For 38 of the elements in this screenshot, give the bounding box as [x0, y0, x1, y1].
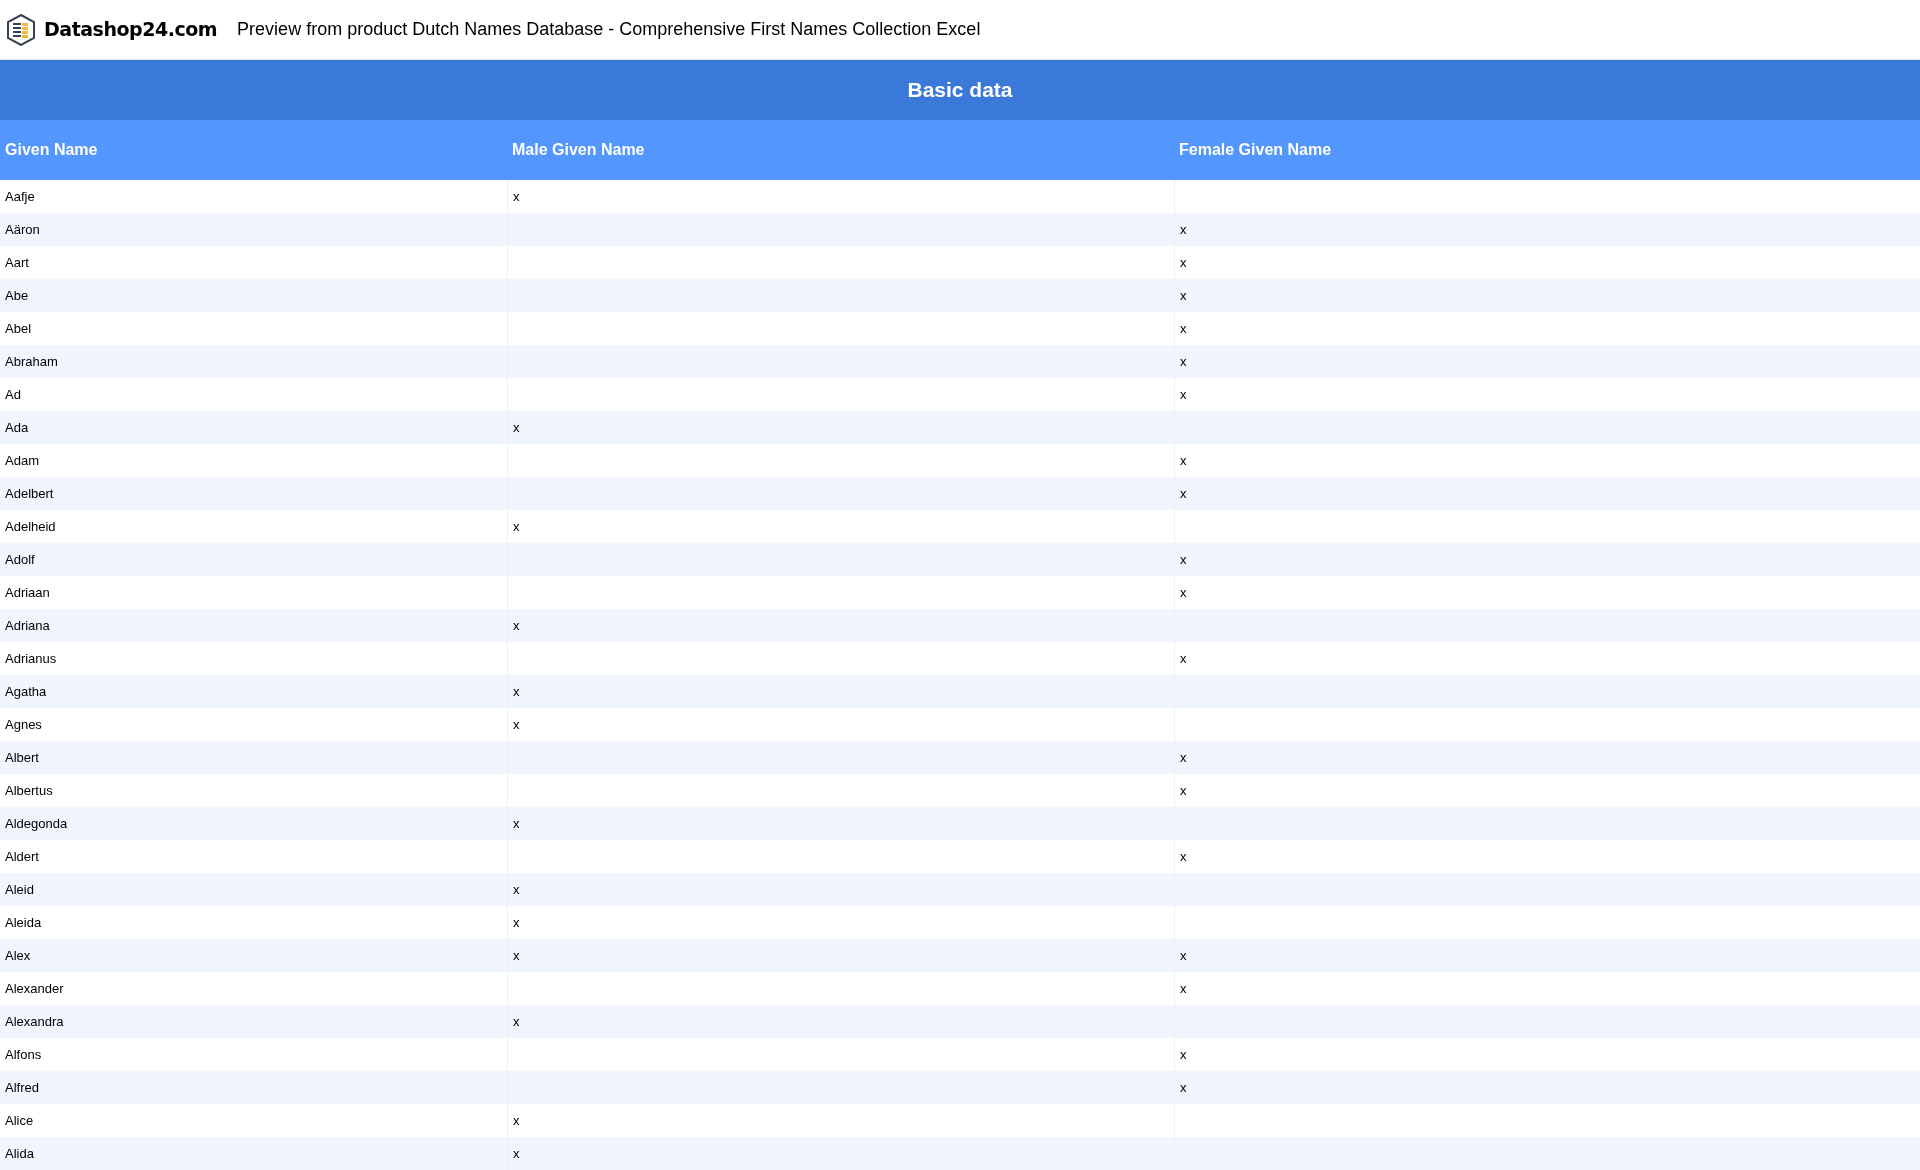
table-cell-text: Agatha [4, 682, 48, 701]
table-cell-text: Aldegonda [4, 814, 69, 833]
table-cell-text: Alice [4, 1111, 35, 1130]
table-cell-text: Aafje [4, 187, 36, 206]
column-header: Male Given Name [511, 140, 646, 160]
table-cell-text: Alida [4, 1144, 35, 1163]
table-title: Basic data [907, 77, 1013, 104]
table-cell-text: Abel [4, 319, 33, 338]
table-cell-text: Abraham [4, 352, 59, 371]
table-cell-text: Aldert [4, 847, 40, 866]
table-cell-text: Agnes [4, 715, 43, 734]
table-cell-text: Adelbert [4, 484, 55, 503]
table-cell-text: Alexander [4, 979, 65, 998]
table-cell-text: Adolf [4, 550, 36, 569]
table-cell-text: Adelheid [4, 517, 57, 536]
page-title: Preview from product Dutch Names Database - Comprehensive First Names Collection Excel [237, 18, 981, 41]
table-cell-text: Albert [4, 748, 40, 767]
table-cell-text: Adriana [4, 616, 51, 635]
table-cell-text: Aart [4, 253, 30, 272]
column-header: Female Given Name [1178, 140, 1333, 160]
table-cell-text: Aleid [4, 880, 35, 899]
database-logo-icon [6, 13, 36, 46]
table-cell-text: Albertus [4, 781, 54, 800]
table-cell-text: Alex [4, 946, 32, 965]
column-header: Given Name [4, 140, 99, 160]
table-cell-text: Alfred [4, 1078, 40, 1097]
table-cell-text: Aäron [4, 220, 41, 239]
table-cell-text: Alexandra [4, 1012, 65, 1031]
table-cell-text: Aleida [4, 913, 43, 932]
table-cell: x [507, 1137, 1174, 1170]
table-cell-text: Adriaan [4, 583, 51, 602]
table-cell-text: Adam [4, 451, 40, 470]
table-cell-text: Alfons [4, 1045, 43, 1064]
table-cell-text: Abe [4, 286, 30, 305]
table-cell-text: Ada [4, 418, 30, 437]
brand-name: Datashop24.com [44, 17, 218, 43]
table-cell-text: Adrianus [4, 649, 58, 668]
table-cell-text: Ad [4, 385, 22, 404]
